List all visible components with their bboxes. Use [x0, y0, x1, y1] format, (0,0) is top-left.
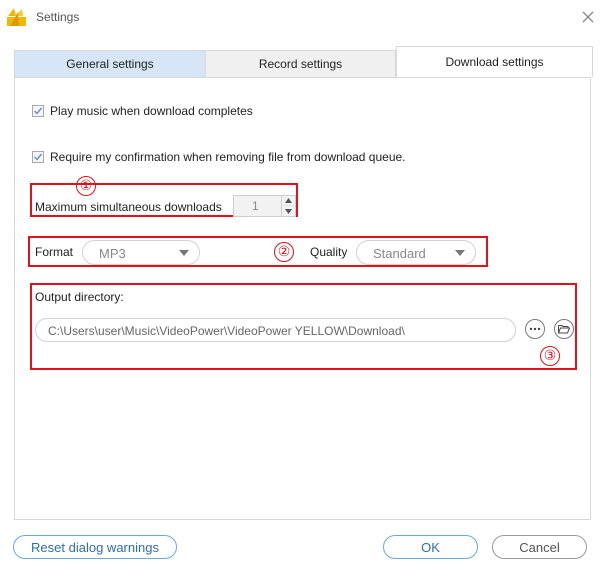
play-music-checkbox[interactable] [32, 105, 44, 117]
cancel-button[interactable]: Cancel [492, 535, 587, 559]
open-folder-button[interactable] [554, 319, 574, 339]
output-directory-label: Output directory: [35, 290, 124, 304]
spin-up-button[interactable] [282, 196, 295, 206]
max-downloads-label: Maximum simultaneous downloads [35, 200, 222, 214]
annotation-marker-2: ② [274, 242, 294, 262]
tab-label: General settings [66, 57, 154, 71]
caret-up-icon [285, 198, 292, 203]
spin-buttons [281, 196, 295, 216]
max-downloads-spinbox[interactable]: 1 [233, 195, 296, 217]
browse-button[interactable] [525, 319, 545, 339]
cancel-label: Cancel [519, 539, 560, 555]
play-music-label: Play music when download completes [50, 104, 253, 118]
output-directory-path: C:\Users\user\Music\VideoPower\VideoPowe… [48, 324, 405, 338]
tab-general-settings[interactable]: General settings [14, 50, 206, 77]
quality-label: Quality [310, 245, 348, 259]
tab-download-settings[interactable]: Download settings [396, 46, 593, 77]
chevron-down-icon [179, 250, 189, 256]
caret-down-icon [285, 208, 292, 214]
tab-label: Download settings [445, 55, 544, 69]
reset-dialog-warnings-label: Reset dialog warnings [31, 539, 159, 555]
format-label: Format [35, 245, 74, 259]
ok-label: OK [421, 539, 440, 555]
quality-dropdown[interactable]: Standard [356, 240, 476, 265]
checkmark-icon [34, 107, 43, 115]
title-bar: Settings [0, 0, 603, 36]
format-dropdown[interactable]: MP3 [82, 240, 200, 265]
tab-strip: General settings Record settings Downloa… [14, 46, 593, 77]
require-confirmation-checkbox[interactable] [32, 151, 44, 163]
more-dots-icon [529, 327, 541, 331]
max-downloads-value: 1 [252, 199, 259, 213]
window-title: Settings [36, 10, 80, 24]
folder-open-icon [558, 325, 570, 334]
reset-dialog-warnings-button[interactable]: Reset dialog warnings [13, 535, 177, 559]
chevron-down-icon [455, 250, 465, 256]
tab-label: Record settings [258, 57, 343, 71]
tab-record-settings[interactable]: Record settings [206, 50, 396, 77]
annotation-marker-3: ③ [540, 346, 560, 366]
format-selected-value: MP3 [99, 246, 126, 261]
output-directory-field[interactable]: C:\Users\user\Music\VideoPower\VideoPowe… [35, 318, 516, 342]
require-confirmation-label: Require my confirmation when removing fi… [50, 150, 406, 164]
checkmark-icon [34, 153, 43, 161]
quality-selected-value: Standard [373, 246, 426, 261]
annotation-marker-1: ① [76, 176, 96, 196]
ok-button[interactable]: OK [383, 535, 478, 559]
close-icon[interactable] [580, 9, 596, 25]
videopower-logo-icon [6, 6, 28, 28]
spin-down-button[interactable] [282, 206, 295, 216]
